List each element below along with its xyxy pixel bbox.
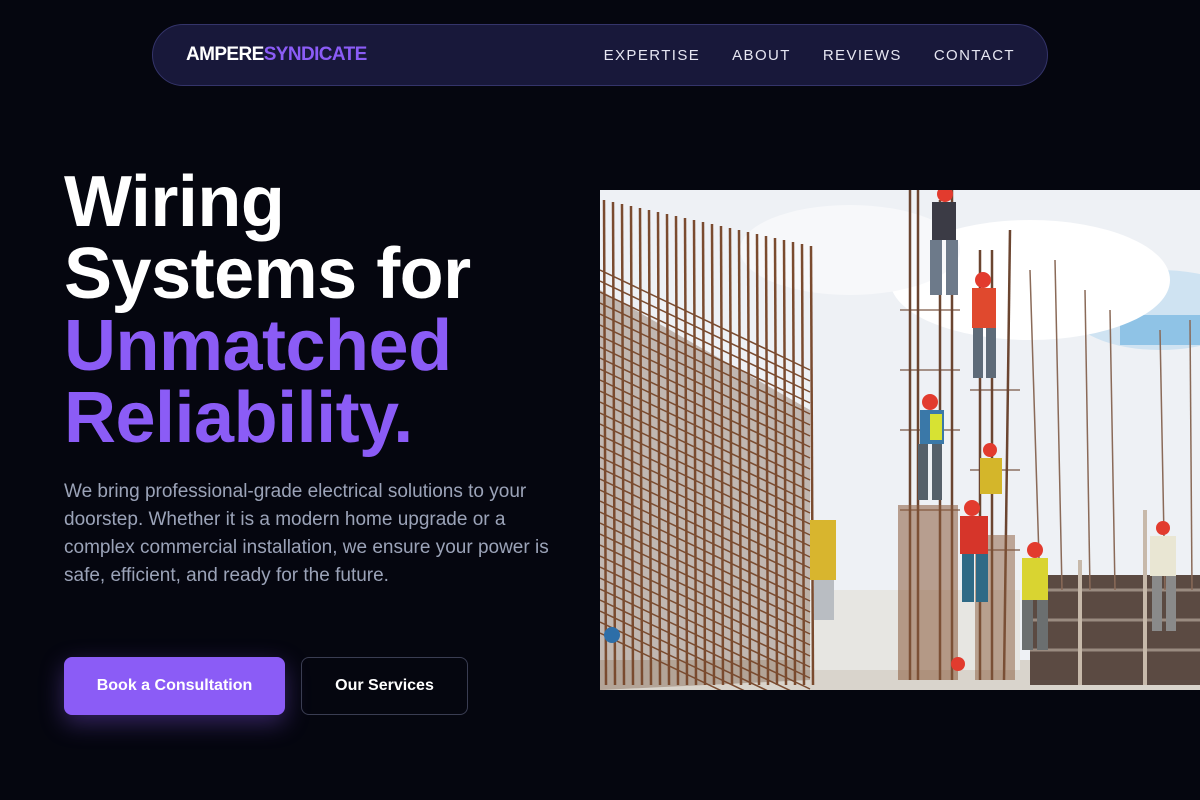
nav-link-contact[interactable]: CONTACT xyxy=(934,47,1015,64)
hero-photo xyxy=(600,190,1200,690)
nav-link-expertise[interactable]: EXPERTISE xyxy=(604,47,701,64)
hero-headline: Wiring Systems for Unmatched Reliability… xyxy=(64,166,471,454)
navbar: AMPERESYNDICATE EXPERTISE ABOUT REVIEWS … xyxy=(152,24,1048,86)
logo-part-ampere: AMPERE xyxy=(186,44,264,65)
construction-workers-illustration xyxy=(600,190,1200,690)
page: AMPERESYNDICATE EXPERTISE ABOUT REVIEWS … xyxy=(0,0,1200,800)
hero-lead-text: We bring professional-grade electrical s… xyxy=(64,481,549,586)
logo[interactable]: AMPERESYNDICATE xyxy=(186,44,367,66)
our-services-button[interactable]: Our Services xyxy=(301,657,468,715)
headline-line-2: Systems for xyxy=(64,234,471,314)
nav-links: EXPERTISE ABOUT REVIEWS CONTACT xyxy=(604,47,1015,64)
nav-link-reviews[interactable]: REVIEWS xyxy=(823,47,902,64)
headline-line-3: Unmatched xyxy=(64,306,452,386)
book-consultation-button[interactable]: Book a Consultation xyxy=(64,657,285,715)
headline-line-1: Wiring xyxy=(64,162,285,242)
headline-line-4: Reliability. xyxy=(64,378,413,458)
logo-part-syndicate: SYNDICATE xyxy=(263,44,368,65)
nav-link-about[interactable]: ABOUT xyxy=(732,47,791,64)
